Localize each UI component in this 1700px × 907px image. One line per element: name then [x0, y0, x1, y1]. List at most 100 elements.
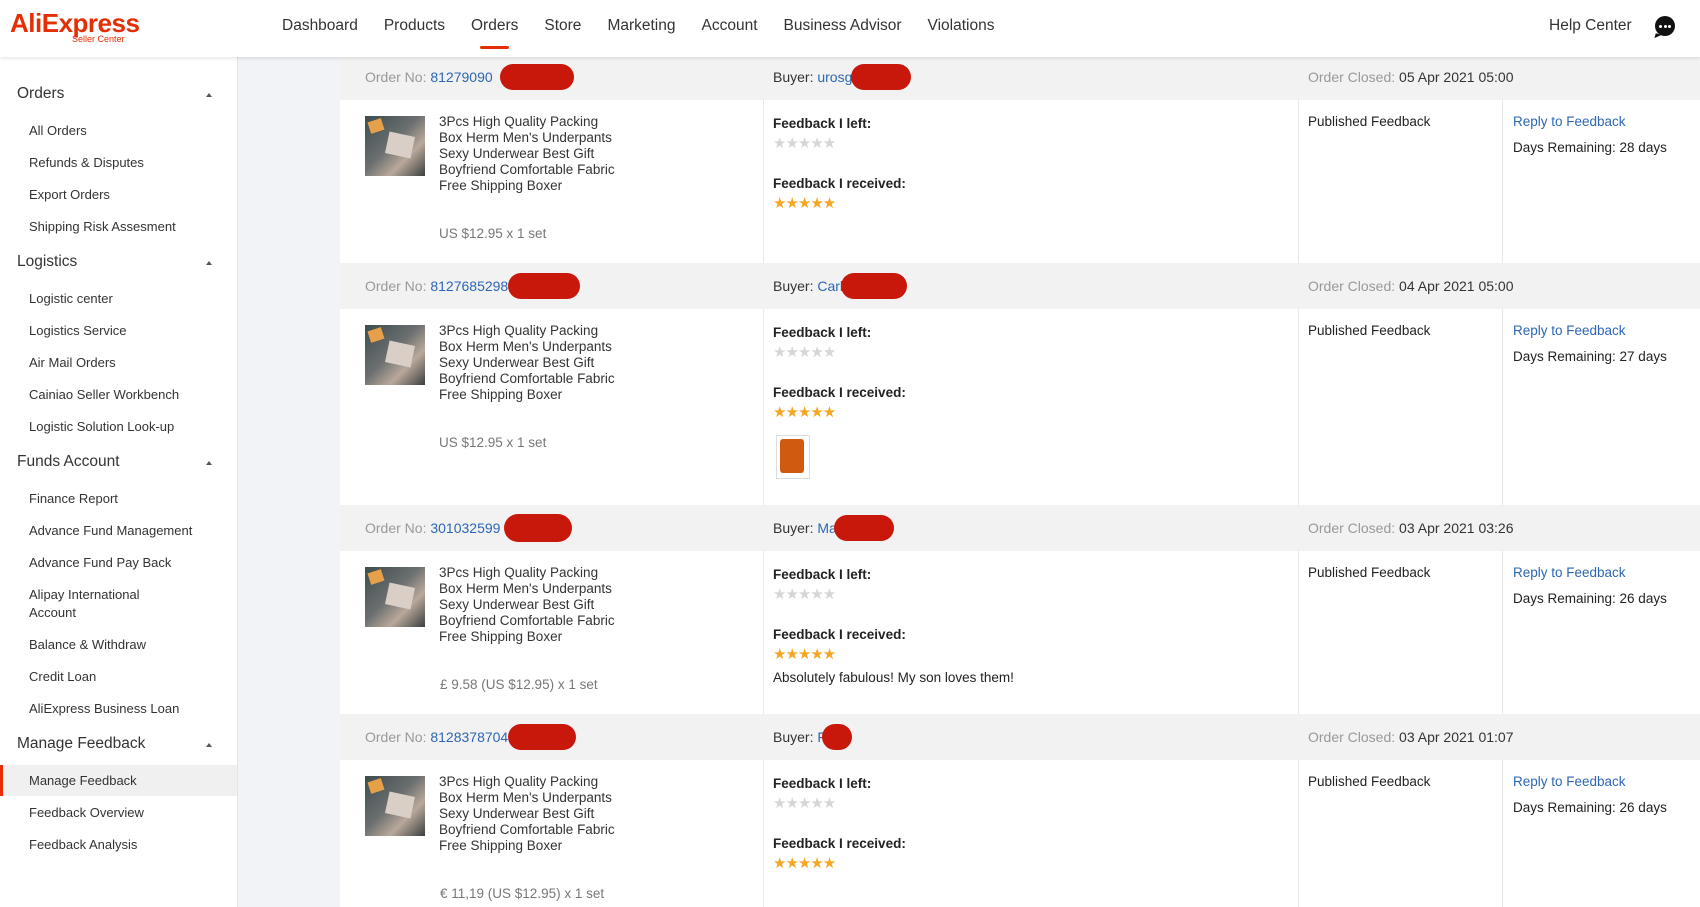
feedback-left-label: Feedback I left: — [773, 776, 872, 791]
sidebar-item-finance-report[interactable]: Finance Report — [29, 490, 219, 508]
feedback-photo[interactable] — [776, 435, 810, 479]
order-number-link[interactable]: 8128378704 — [430, 729, 508, 745]
reply-to-feedback-link[interactable]: Reply to Feedback — [1513, 565, 1626, 580]
chat-icon[interactable] — [1655, 16, 1675, 36]
feedback-left-label: Feedback I left: — [773, 567, 872, 582]
order-number-link[interactable]: 301032599 — [430, 520, 500, 536]
collapse-caret-icon[interactable] — [206, 261, 212, 265]
star-rating-icon: ★★★★★ — [773, 404, 836, 421]
feedback-received-label: Feedback I received: — [773, 627, 906, 642]
product-thumbnail[interactable] — [365, 567, 425, 627]
days-remaining: Days Remaining: 26 days — [1513, 800, 1667, 815]
order-body: 3Pcs High Quality Packing Box Herm Men's… — [340, 551, 1700, 714]
buyer-link[interactable]: Carl — [817, 278, 843, 294]
nav-store[interactable]: Store — [544, 0, 581, 57]
collapse-caret-icon[interactable] — [206, 93, 212, 97]
product-price: € 11,19 (US $12.95) x 1 set — [440, 886, 605, 901]
sidebar-item-advance-fund-management[interactable]: Advance Fund Management — [29, 522, 219, 540]
feedback-received-label: Feedback I received: — [773, 836, 906, 851]
sidebar-item-credit-loan[interactable]: Credit Loan — [29, 668, 219, 686]
reply-to-feedback-link[interactable]: Reply to Feedback — [1513, 114, 1626, 129]
sidebar-item-advance-fund-pay-back[interactable]: Advance Fund Pay Back — [29, 554, 219, 572]
reply-to-feedback-link[interactable]: Reply to Feedback — [1513, 774, 1626, 789]
product-thumbnail[interactable] — [365, 776, 425, 836]
feedback-status: Published Feedback — [1308, 774, 1431, 789]
nav-dashboard[interactable]: Dashboard — [282, 0, 358, 57]
aliexpress-logo[interactable]: AliExpress Seller Center — [10, 10, 140, 44]
order-number: Order No: 301032599 — [365, 520, 501, 536]
sidebar-section-orders[interactable]: Orders — [17, 85, 64, 103]
feedback-received-label: Feedback I received: — [773, 176, 906, 191]
buyer-link[interactable]: urosg — [817, 69, 852, 85]
product-thumbnail[interactable] — [365, 325, 425, 385]
sidebar-item-refunds-disputes[interactable]: Refunds & Disputes — [29, 154, 219, 172]
sidebar-item-logistic-center[interactable]: Logistic center — [29, 290, 219, 308]
redaction-mark — [508, 724, 576, 750]
product-price: US $12.95 x 1 set — [439, 435, 547, 450]
sidebar-section-logistics[interactable]: Logistics — [17, 253, 77, 271]
sidebar-item-air-mail-orders[interactable]: Air Mail Orders — [29, 354, 219, 372]
feedback-left-label: Feedback I left: — [773, 325, 872, 340]
order-number-link[interactable]: 81279090 — [430, 69, 492, 85]
sidebar-item-balance-withdraw[interactable]: Balance & Withdraw — [29, 636, 219, 654]
sidebar-section-funds-account[interactable]: Funds Account — [17, 453, 120, 471]
nav-products[interactable]: Products — [384, 0, 445, 57]
sidebar-item-logistic-lookup[interactable]: Logistic Solution Look-up — [29, 418, 219, 436]
product-title[interactable]: 3Pcs High Quality Packing Box Herm Men's… — [439, 323, 619, 403]
empty-stars-icon: ★★★★★ — [773, 795, 836, 812]
feedback-status: Published Feedback — [1308, 323, 1431, 338]
order-header: Order No: 81279090 Buyer: urosg Order Cl… — [340, 54, 1700, 100]
collapse-caret-icon[interactable] — [206, 461, 212, 465]
reply-to-feedback-link[interactable]: Reply to Feedback — [1513, 323, 1626, 338]
star-rating-icon: ★★★★★ — [773, 855, 836, 872]
buyer-info: Buyer: F — [773, 714, 826, 760]
order-number-link[interactable]: 8127685298 — [430, 278, 508, 294]
redaction-mark — [841, 273, 907, 299]
empty-stars-icon: ★★★★★ — [773, 344, 836, 361]
order-header: Order No: 8127685298 Buyer: Carl Order C… — [340, 263, 1700, 309]
order-closed: Order Closed: 04 Apr 2021 05:00 — [1308, 278, 1514, 294]
sidebar: Orders All Orders Refunds & Disputes Exp… — [0, 57, 238, 907]
star-rating-icon: ★★★★★ — [773, 195, 836, 212]
sidebar-item-feedback-analysis[interactable]: Feedback Analysis — [29, 836, 219, 854]
days-remaining: Days Remaining: 28 days — [1513, 140, 1667, 155]
main-nav: Dashboard Products Orders Store Marketin… — [282, 0, 1020, 57]
buyer-info: Buyer: Ma — [773, 520, 837, 536]
help-center-link[interactable]: Help Center — [1549, 0, 1632, 52]
order-card: Order No: 8128378704 Buyer: F Order Clos… — [340, 714, 1700, 907]
order-closed: Order Closed: 03 Apr 2021 03:26 — [1308, 520, 1514, 536]
product-thumbnail[interactable] — [365, 116, 425, 176]
product-title[interactable]: 3Pcs High Quality Packing Box Herm Men's… — [439, 774, 619, 854]
redaction-mark — [504, 514, 572, 542]
sidebar-section-manage-feedback[interactable]: Manage Feedback — [17, 735, 145, 753]
sidebar-item-business-loan[interactable]: AliExpress Business Loan — [29, 700, 219, 718]
order-number: Order No: 8127685298 — [365, 278, 509, 294]
empty-stars-icon: ★★★★★ — [773, 135, 836, 152]
collapse-caret-icon[interactable] — [206, 743, 212, 747]
order-card: Order No: 8127685298 Buyer: Carl Order C… — [340, 263, 1700, 505]
nav-violations[interactable]: Violations — [928, 0, 995, 57]
nav-orders[interactable]: Orders — [471, 0, 518, 57]
nav-account[interactable]: Account — [702, 0, 758, 57]
days-remaining: Days Remaining: 27 days — [1513, 349, 1667, 364]
sidebar-item-shipping-risk[interactable]: Shipping Risk Assesment — [29, 218, 219, 236]
days-remaining: Days Remaining: 26 days — [1513, 591, 1667, 606]
product-title[interactable]: 3Pcs High Quality Packing Box Herm Men's… — [439, 114, 619, 194]
nav-business-advisor[interactable]: Business Advisor — [784, 0, 902, 57]
buyer-info: Buyer: Carl — [773, 278, 844, 294]
sidebar-item-all-orders[interactable]: All Orders — [29, 122, 219, 140]
sidebar-item-manage-feedback[interactable]: Manage Feedback — [29, 772, 219, 790]
logo-subtitle: Seller Center — [72, 34, 125, 44]
sidebar-item-feedback-overview[interactable]: Feedback Overview — [29, 804, 219, 822]
product-title[interactable]: 3Pcs High Quality Packing Box Herm Men's… — [439, 565, 619, 645]
sidebar-item-alipay-account[interactable]: Alipay International Account — [29, 586, 169, 622]
sidebar-item-logistics-service[interactable]: Logistics Service — [29, 322, 219, 340]
buyer-info: Buyer: urosg — [773, 69, 853, 85]
sidebar-item-export-orders[interactable]: Export Orders — [29, 186, 219, 204]
order-body: 3Pcs High Quality Packing Box Herm Men's… — [340, 100, 1700, 263]
star-rating-icon: ★★★★★ — [773, 646, 836, 663]
sidebar-item-cainiao-workbench[interactable]: Cainiao Seller Workbench — [29, 386, 219, 404]
nav-marketing[interactable]: Marketing — [607, 0, 675, 57]
feedback-status: Published Feedback — [1308, 114, 1431, 129]
empty-stars-icon: ★★★★★ — [773, 586, 836, 603]
